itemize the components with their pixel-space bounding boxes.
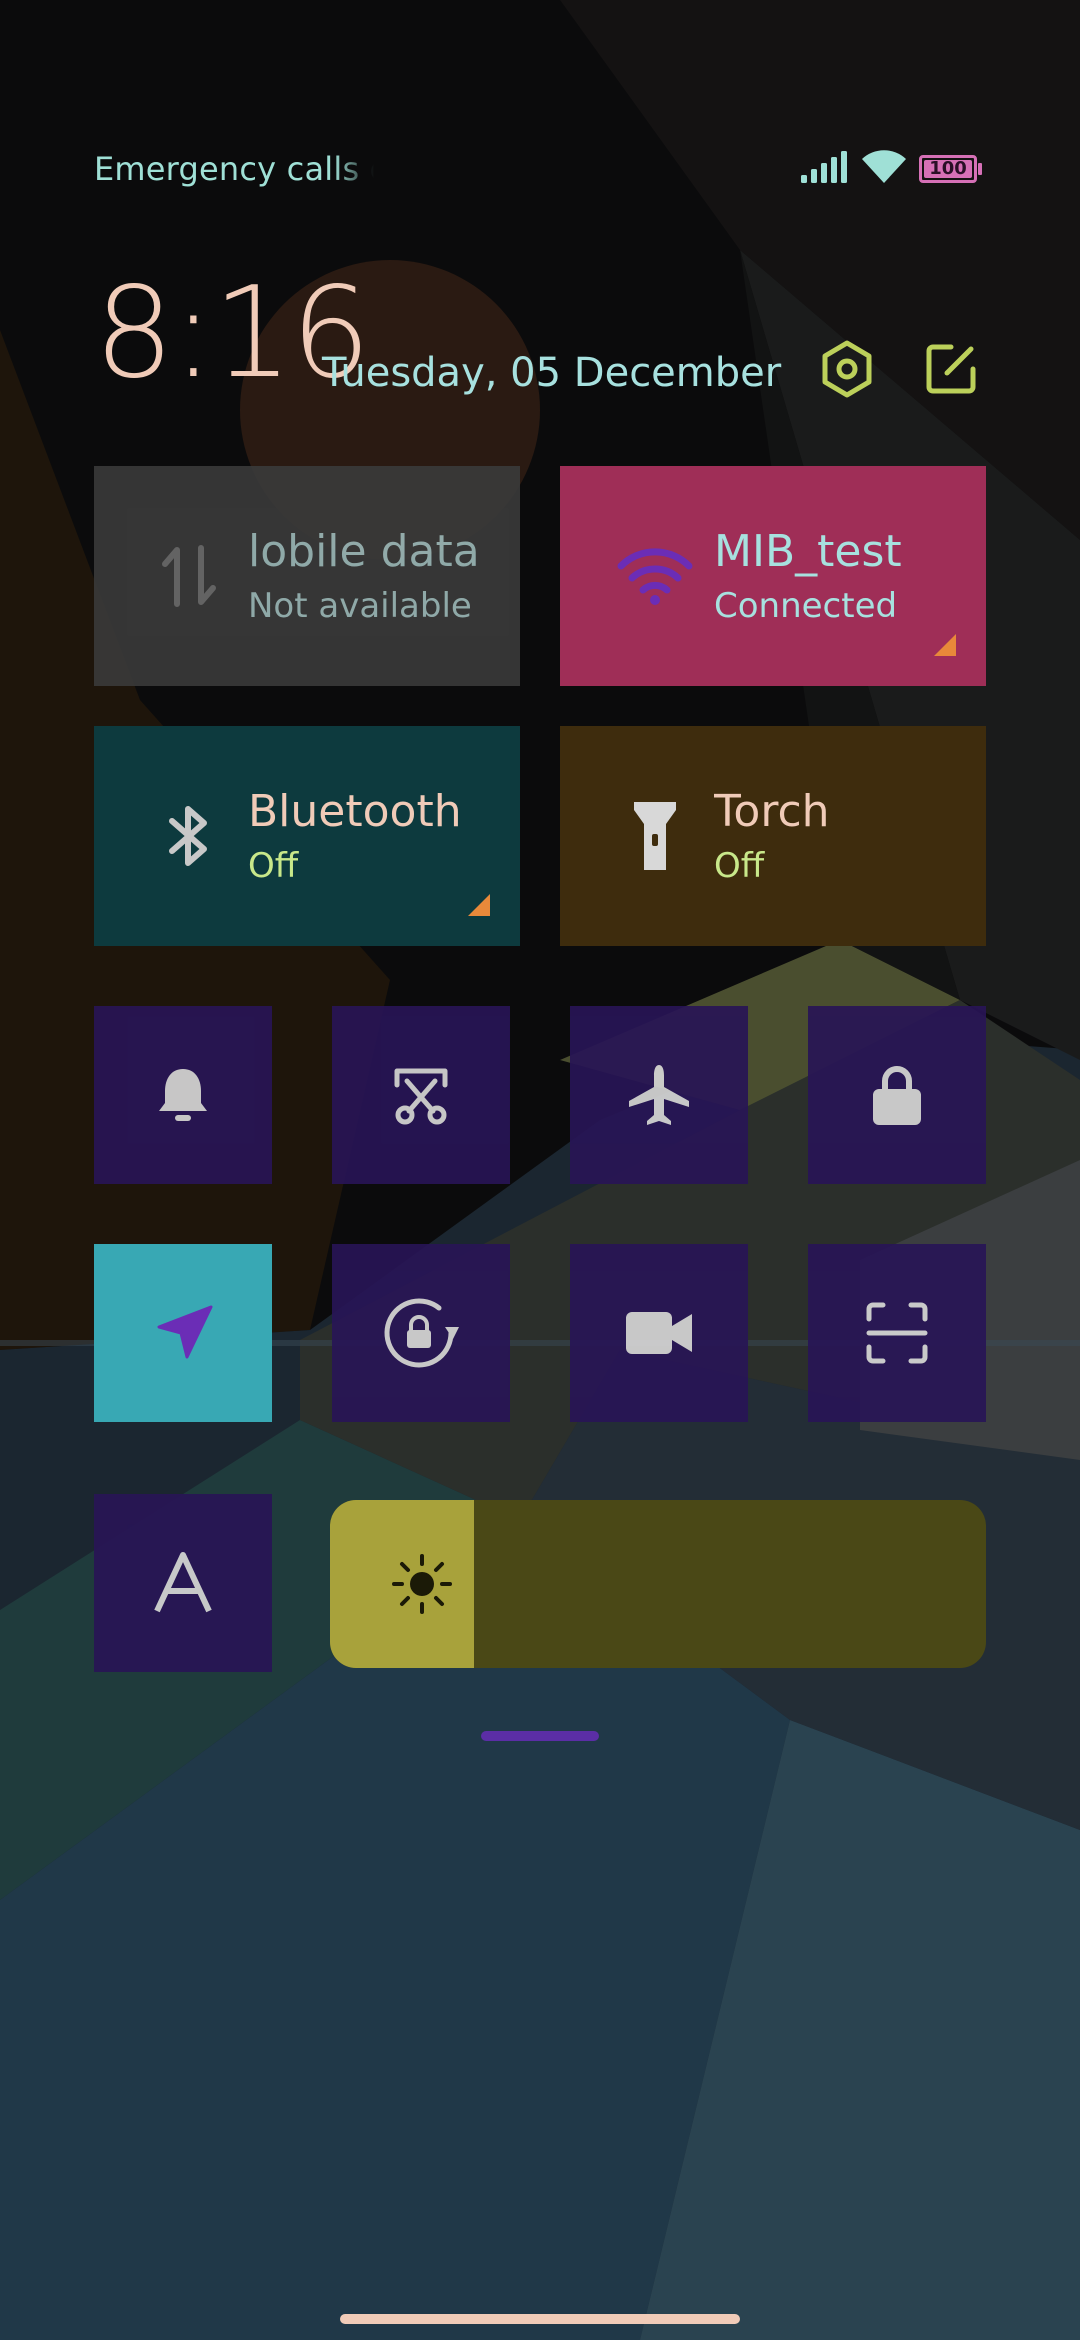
tile-subtitle: Off [248, 846, 299, 886]
ring-toggle-tile[interactable] [94, 1006, 272, 1184]
torch-icon [610, 798, 700, 874]
edit-button[interactable] [918, 336, 984, 402]
bluetooth-tile[interactable]: Bluetooth Off [94, 726, 520, 946]
rotation-lock-tile[interactable] [332, 1244, 510, 1422]
rotation-lock-icon [384, 1298, 459, 1368]
lock-icon [873, 1066, 921, 1125]
hexagon-settings-icon [822, 340, 872, 398]
wifi-icon [861, 150, 907, 188]
lock-screen-tile[interactable] [808, 1006, 986, 1184]
battery-icon: 100 [919, 155, 982, 183]
tile-subtitle: Connected [714, 586, 898, 626]
screen-recorder-tile[interactable] [570, 1244, 748, 1422]
airplane-icon [629, 1065, 689, 1125]
battery-level: 100 [929, 158, 967, 179]
bell-icon [159, 1069, 207, 1121]
expand-corner-indicator[interactable] [468, 894, 490, 916]
scan-icon [866, 1302, 928, 1364]
scissors-screenshot-icon [394, 1068, 448, 1125]
edit-icon [926, 344, 976, 394]
tile-title: lobile data [248, 526, 480, 577]
emergency-calls-text: Emergency calls o [94, 150, 374, 188]
tile-title: Bluetooth [248, 786, 462, 837]
bluetooth-icon [144, 801, 234, 871]
torch-tile[interactable]: Torch Off [560, 726, 986, 946]
wifi-icon [610, 546, 700, 606]
location-arrow-icon [157, 1305, 213, 1359]
settings-button[interactable] [814, 336, 880, 402]
airplane-mode-tile[interactable] [570, 1006, 748, 1184]
sun-icon [392, 1554, 452, 1614]
date-text[interactable]: Tuesday, 05 December [322, 350, 781, 396]
video-camera-icon [626, 1312, 692, 1354]
font-a-icon [154, 1552, 212, 1613]
location-tile[interactable] [94, 1244, 272, 1422]
signal-icon [801, 151, 849, 187]
brightness-slider[interactable] [330, 1500, 986, 1668]
tile-title: MIB_test [714, 526, 902, 577]
panel-drag-handle[interactable] [481, 1731, 599, 1741]
tile-title: Torch [714, 786, 830, 837]
expand-corner-indicator[interactable] [934, 634, 956, 656]
status-icons: 100 [801, 150, 982, 188]
tile-subtitle: Off [714, 846, 765, 886]
home-indicator[interactable] [340, 2314, 740, 2324]
scanner-tile[interactable] [808, 1244, 986, 1422]
mobile-data-tile[interactable]: lobile data Not available [94, 466, 520, 686]
wifi-tile[interactable]: MIB_test Connected [560, 466, 986, 686]
mobile-data-icon [144, 544, 234, 608]
font-size-tile[interactable] [94, 1494, 272, 1672]
tile-subtitle: Not available [248, 586, 472, 626]
screenshot-tile[interactable] [332, 1006, 510, 1184]
